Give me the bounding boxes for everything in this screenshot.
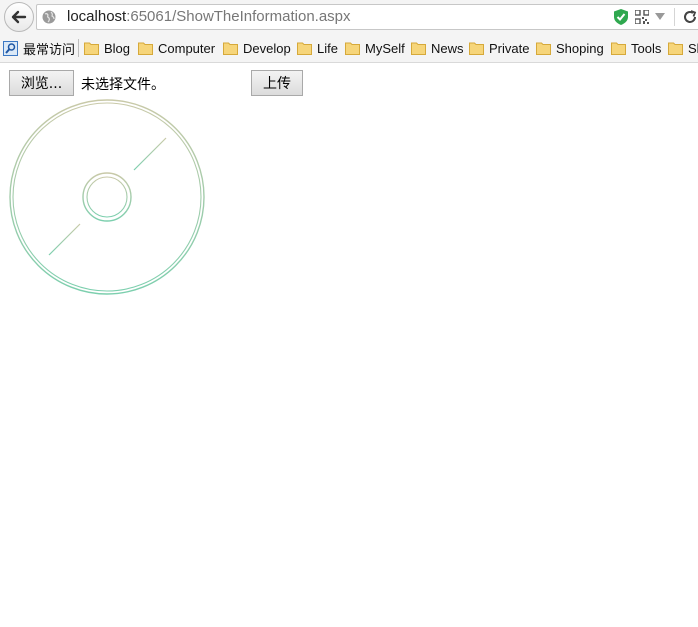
bookmark-folder-develop[interactable]: Develop: [223, 38, 291, 58]
back-arrow-icon: [11, 10, 27, 24]
bookmark-label: Life: [317, 40, 338, 56]
folder-icon: [411, 42, 426, 55]
folder-icon: [611, 42, 626, 55]
bookmark-label: Tools: [631, 40, 662, 56]
browser-chrome: localhost:65061/ShowTheInformation.aspx: [0, 0, 698, 63]
url-separator: [674, 8, 675, 26]
bookmark-label: Sl: [688, 40, 698, 56]
url-host: localhost: [67, 8, 127, 25]
bookmark-label: 最常访问: [23, 41, 76, 57]
bookmark-label: Shoping: [556, 40, 604, 56]
bookmark-label: Develop: [243, 40, 291, 56]
bookmark-folder-news[interactable]: News: [411, 38, 464, 58]
globe-icon: [42, 10, 56, 24]
navigation-bar: localhost:65061/ShowTheInformation.aspx: [0, 0, 698, 34]
folder-icon: [223, 42, 238, 55]
dropdown-icon[interactable]: [655, 13, 665, 20]
bookmark-folder-shoping[interactable]: Shoping: [536, 38, 604, 58]
url-bar[interactable]: localhost:65061/ShowTheInformation.aspx: [36, 4, 698, 30]
folder-icon: [345, 42, 360, 55]
bookmark-label: MySelf: [365, 40, 405, 56]
bookmark-most-visited[interactable]: 最常访问: [3, 38, 75, 58]
folder-icon: [297, 42, 312, 55]
url-path: :65061/ShowTheInformation.aspx: [126, 8, 351, 25]
folder-icon: [138, 42, 153, 55]
bookmark-folder-myself[interactable]: MySelf: [345, 38, 405, 58]
reload-icon[interactable]: [682, 9, 698, 25]
bookmark-divider: [78, 39, 79, 57]
disc-icon: [9, 99, 205, 295]
file-status-text: 未选择文件。: [81, 77, 165, 93]
bookmark-folder-tools[interactable]: Tools: [611, 38, 661, 58]
folder-icon: [536, 42, 551, 55]
bookmark-folder-life[interactable]: Life: [297, 38, 338, 58]
bookmark-folder-private[interactable]: Private: [469, 38, 529, 58]
upload-button[interactable]: 上传: [251, 70, 303, 96]
folder-icon: [84, 42, 99, 55]
page-content: 浏览... 未选择文件。 上传: [0, 63, 698, 627]
bookmarks-bar: 最常访问 Blog Computer Develop Life MySelf N…: [0, 34, 698, 62]
bookmark-label: Blog: [104, 40, 131, 56]
folder-icon: [469, 42, 484, 55]
bookmark-folder-sl[interactable]: Sl: [668, 38, 698, 58]
url-text[interactable]: localhost:65061/ShowTheInformation.aspx: [67, 8, 351, 25]
browse-button[interactable]: 浏览...: [9, 70, 74, 96]
qr-code-icon[interactable]: [635, 10, 649, 24]
bookmark-label: Computer: [158, 40, 216, 56]
bookmark-label: Private: [489, 40, 530, 56]
shield-icon[interactable]: [613, 8, 629, 26]
bookmark-folder-blog[interactable]: Blog: [84, 38, 130, 58]
most-visited-icon: [3, 40, 18, 56]
back-button[interactable]: [4, 2, 34, 32]
folder-icon: [668, 42, 683, 55]
bookmark-folder-computer[interactable]: Computer: [138, 38, 215, 58]
bookmark-label: News: [431, 40, 464, 56]
